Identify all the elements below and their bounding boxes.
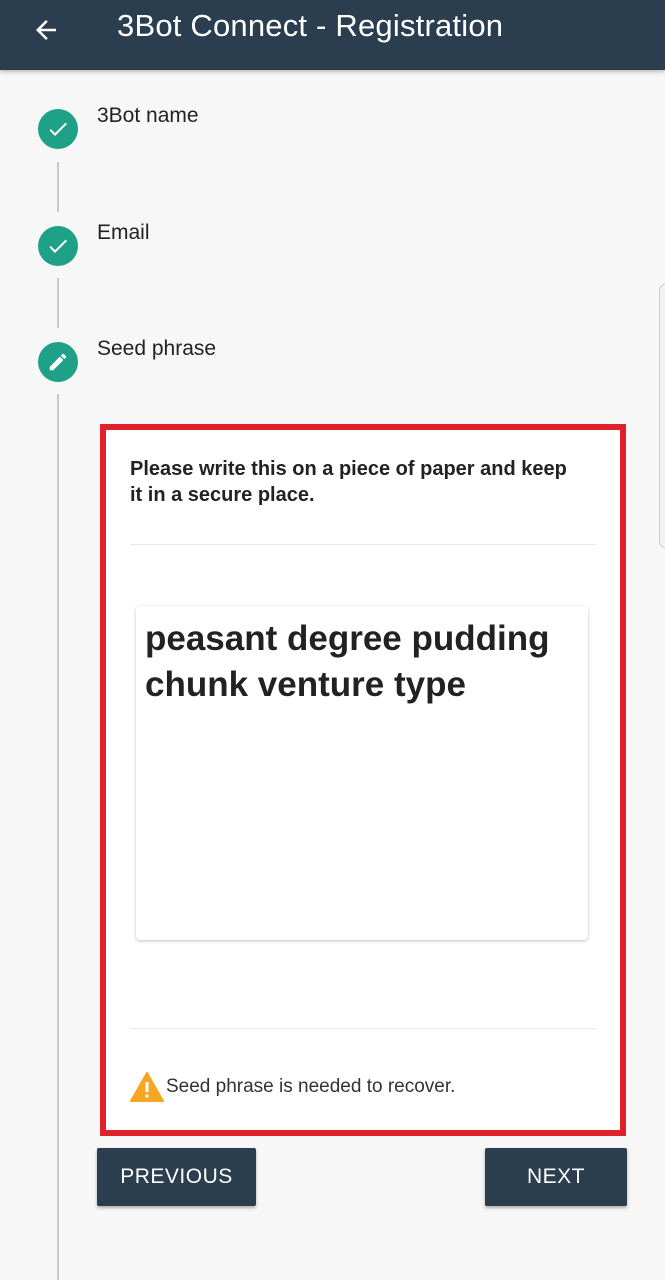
step-label: Seed phrase (97, 337, 217, 360)
back-button[interactable] (28, 12, 64, 48)
seed-phrase-box: peasant degree pudding chunk venture typ… (136, 606, 588, 940)
step-label: Email (97, 221, 150, 244)
step-check-icon (38, 226, 78, 266)
app-bar: 3Bot Connect - Registration (0, 0, 665, 70)
next-button[interactable]: NEXT (485, 1148, 627, 1206)
step-connector (57, 394, 59, 1280)
arrow-left-icon (36, 20, 56, 40)
divider (130, 1028, 596, 1029)
check-icon (49, 122, 67, 136)
scroll-edge (659, 284, 665, 548)
step-seed-phrase[interactable]: Seed phrase (38, 337, 216, 382)
previous-button[interactable]: PREVIOUS (97, 1148, 256, 1206)
seed-phrase-text: peasant degree pudding chunk venture typ… (145, 619, 550, 704)
divider (130, 544, 596, 545)
step-connector (57, 162, 59, 212)
step-3bot-name[interactable]: 3Bot name (38, 104, 199, 149)
step-connector (57, 278, 59, 328)
step-label: 3Bot name (97, 104, 199, 127)
pencil-icon (49, 353, 67, 371)
step-email[interactable]: Email (38, 221, 150, 266)
seed-instruction: Please write this on a piece of paper an… (130, 458, 567, 506)
warning-message: Seed phrase is needed to recover. (130, 1072, 455, 1102)
warning-icon (130, 1072, 164, 1102)
step-check-icon (38, 109, 78, 149)
step-edit-icon (38, 342, 78, 382)
seed-phrase-card: Please write this on a piece of paper an… (100, 424, 626, 1136)
page-title: 3Bot Connect - Registration (117, 8, 504, 43)
check-icon (49, 239, 67, 253)
warning-text: Seed phrase is needed to recover. (166, 1076, 456, 1097)
